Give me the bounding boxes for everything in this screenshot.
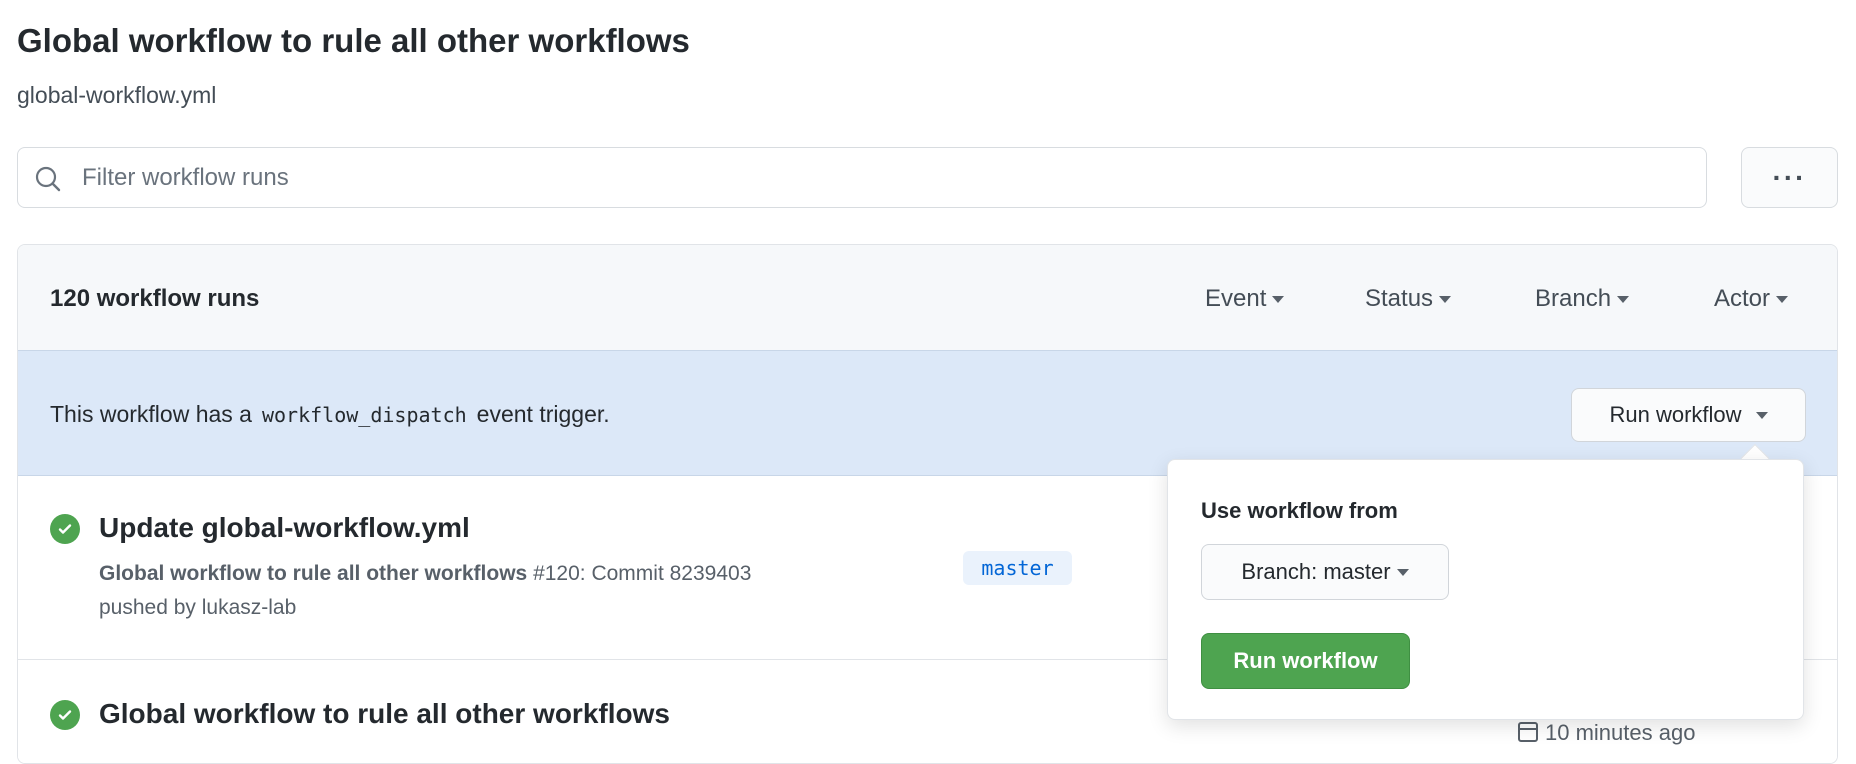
run-time: 10 minutes ago (1517, 720, 1695, 746)
workflow-name: Global workflow to rule all other workfl… (99, 562, 528, 585)
run-pushed-by: pushed by lukasz-lab (99, 596, 297, 619)
dispatch-banner: This workflow has a workflow_dispatch even… (18, 351, 1837, 476)
filter-label: Event (1205, 285, 1267, 312)
run-detail: Global workflow to rule all other workfl… (99, 562, 751, 586)
banner-text-after: event trigger. (476, 401, 610, 427)
caret-down-icon (1439, 296, 1452, 304)
run-number-commit: #120: Commit 8239403 (533, 562, 752, 585)
success-check-icon (50, 700, 80, 730)
run-time-text: 10 minutes ago (1545, 720, 1696, 745)
run-title[interactable]: Global workflow to rule all other workfl… (99, 698, 670, 730)
runs-count: 120 workflow runs (50, 285, 260, 312)
branch-select-label: Branch: master (1241, 559, 1391, 584)
search-field[interactable] (17, 147, 1707, 208)
search-input[interactable] (82, 148, 1682, 207)
success-check-icon (50, 514, 80, 544)
event-code: workflow_dispatch (261, 403, 467, 427)
filter-actor[interactable]: Actor (1714, 285, 1789, 313)
banner-text-before: This workflow has a (50, 401, 252, 427)
branch-badge[interactable]: master (963, 551, 1072, 585)
filter-event[interactable]: Event (1205, 285, 1285, 313)
banner-text: This workflow has a workflow_dispatch even… (50, 401, 610, 428)
filter-status[interactable]: Status (1365, 285, 1452, 313)
more-options-button[interactable]: ··· (1741, 147, 1838, 208)
run-workflow-label: Run workflow (1609, 402, 1742, 427)
caret-down-icon (1272, 296, 1285, 304)
filter-label: Branch (1535, 285, 1612, 312)
run-title[interactable]: Update global-workflow.yml (99, 512, 470, 544)
kebab-horizontal-icon: ··· (1772, 161, 1807, 193)
search-icon (35, 166, 61, 192)
caret-down-icon (1776, 296, 1789, 304)
page-title: Global workflow to rule all other workfl… (17, 22, 690, 59)
run-workflow-dropdown-button[interactable]: Run workflow (1571, 388, 1806, 442)
runs-header: 120 workflow runs Event Status Branch Ac… (18, 245, 1837, 351)
filter-label: Status (1365, 285, 1434, 312)
caret-down-icon (1396, 568, 1409, 576)
run-workflow-popover: Use workflow from Branch: master Run wor… (1167, 459, 1804, 720)
filter-label: Actor (1714, 285, 1771, 312)
use-workflow-from-label: Use workflow from (1201, 498, 1398, 523)
run-workflow-button[interactable]: Run workflow (1201, 633, 1410, 689)
filter-branch[interactable]: Branch (1535, 285, 1630, 313)
workflow-filename: global-workflow.yml (17, 82, 217, 108)
caret-down-icon (1755, 411, 1768, 419)
branch-select[interactable]: Branch: master (1201, 544, 1449, 600)
caret-down-icon (1617, 296, 1630, 304)
